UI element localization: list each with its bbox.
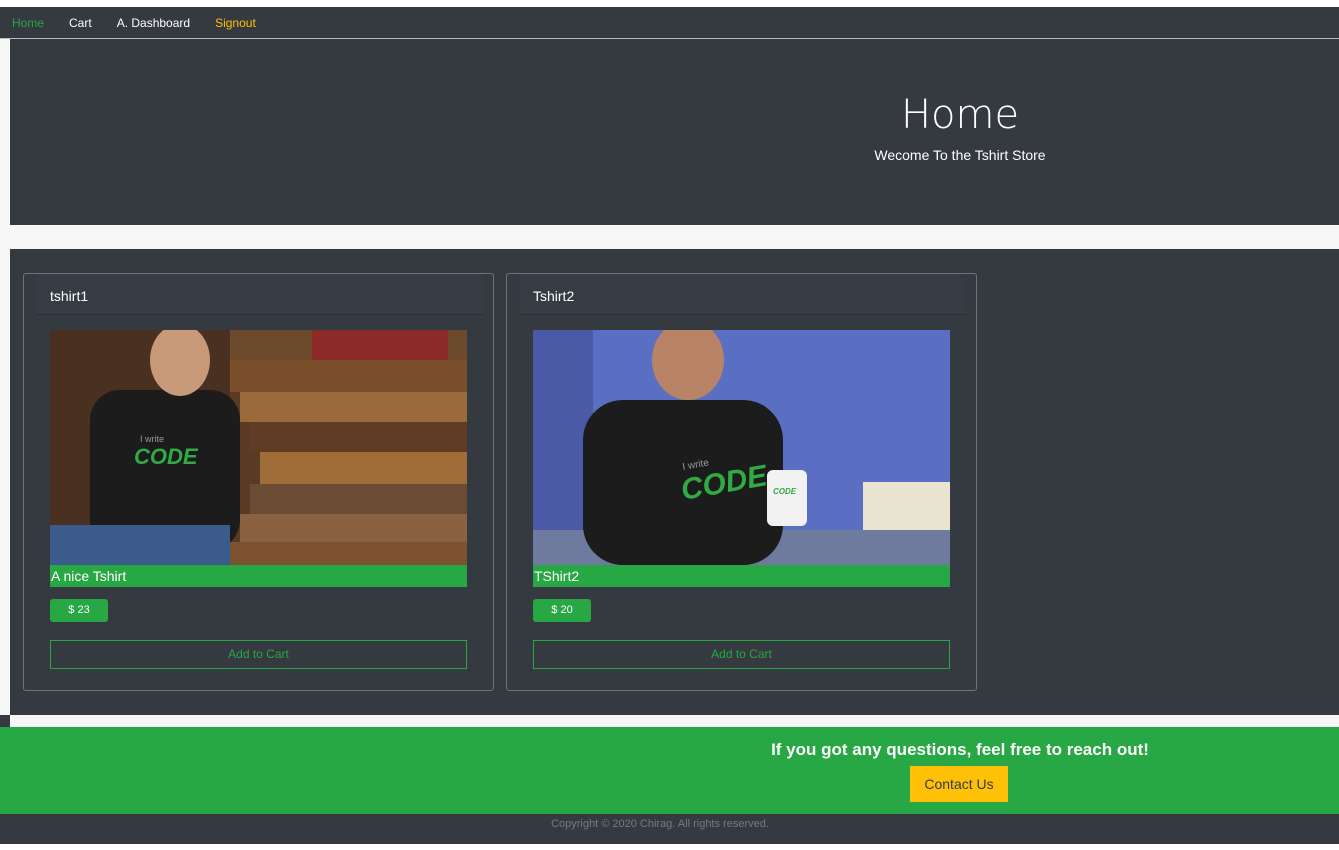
product-title: A nice Tshirt	[50, 565, 467, 587]
svg-text:I write: I write	[140, 434, 164, 444]
add-to-cart-button[interactable]: Add to Cart	[50, 640, 467, 669]
product-grid: tshirt1 I write CODE A nice Tshirt $ 23 …	[10, 249, 1339, 715]
copyright-bar: Copyright © 2020 Chirag. All rights rese…	[0, 814, 1339, 844]
nav-home-link[interactable]: Home	[12, 16, 44, 30]
product-card-header: tshirt1	[36, 274, 483, 315]
side-strip	[0, 715, 10, 727]
navbar: Home Cart A. Dashboard Signout	[0, 7, 1339, 39]
product-title: TShirt2	[533, 565, 950, 587]
product-image: I write CODE CODE	[533, 330, 950, 565]
svg-text:CODE: CODE	[773, 487, 797, 496]
contact-us-button[interactable]: Contact Us	[910, 766, 1008, 802]
hero-jumbotron: Home Wecome To the Tshirt Store	[10, 39, 1339, 225]
tshirt-photo-blue-background-icon: I write CODE CODE	[533, 330, 950, 565]
tshirt-photo-wood-background-icon: I write CODE	[50, 330, 467, 565]
footer-question-text: If you got any questions, feel free to r…	[771, 740, 1149, 759]
product-card: tshirt1 I write CODE A nice Tshirt $ 23 …	[23, 273, 494, 691]
svg-text:CODE: CODE	[134, 444, 199, 469]
copyright-text: Copyright © 2020 Chirag. All rights rese…	[551, 818, 769, 830]
product-image: I write CODE	[50, 330, 467, 565]
product-card-header: Tshirt2	[519, 274, 966, 315]
footer: If you got any questions, feel free to r…	[0, 727, 1339, 814]
page-title: Home	[900, 92, 1020, 138]
product-card: Tshirt2 I write CODE CODE TShirt2 $ 20 A…	[506, 273, 977, 691]
bottom-band	[0, 844, 1339, 850]
top-band	[0, 0, 1339, 7]
nav-admin-dashboard-link[interactable]: A. Dashboard	[117, 16, 190, 30]
nav-signout-link[interactable]: Signout	[215, 16, 256, 30]
price-badge: $ 20	[533, 599, 591, 622]
add-to-cart-button[interactable]: Add to Cart	[533, 640, 950, 669]
price-badge: $ 23	[50, 599, 108, 622]
nav-cart-link[interactable]: Cart	[69, 16, 92, 30]
page-subtitle: Wecome To the Tshirt Store	[874, 147, 1046, 163]
